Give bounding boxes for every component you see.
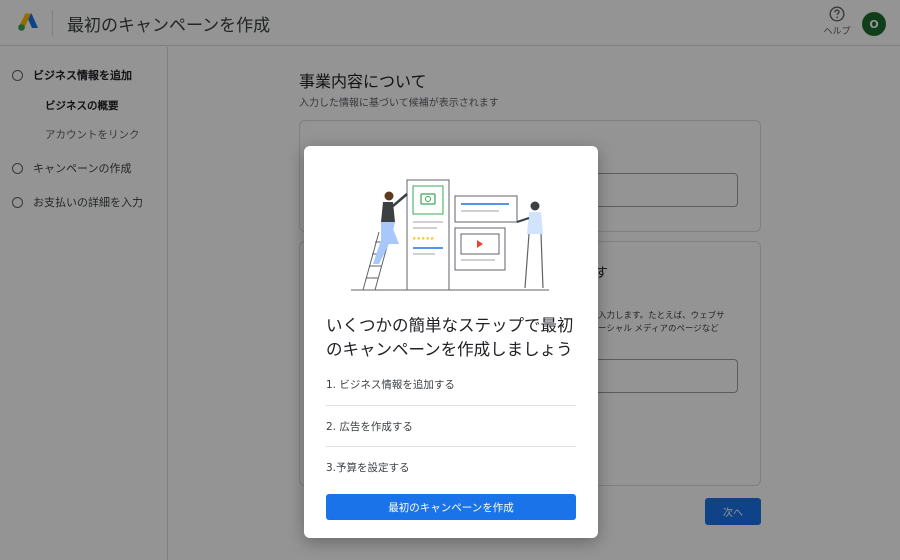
svg-text:★★★★★: ★★★★★ (412, 236, 435, 242)
create-first-campaign-button[interactable]: 最初のキャンペーンを作成 (326, 494, 576, 520)
welcome-dialog: ★★★★★ いくつかの簡単なステップで最初のキャンペーンを作成しましょう 1. … (304, 146, 598, 538)
dialog-step-3: 3.予算を設定する (326, 462, 410, 474)
dialog-divider (326, 446, 576, 447)
dialog-step-1: 1. ビジネス情報を追加する (326, 379, 455, 391)
dialog-divider (326, 405, 576, 406)
dialog-title: いくつかの簡単なステップで最初のキャンペーンを作成しましょう (326, 316, 574, 359)
dialog-step-2: 2. 広告を作成する (326, 421, 413, 433)
onboarding-illustration: ★★★★★ (351, 179, 549, 291)
